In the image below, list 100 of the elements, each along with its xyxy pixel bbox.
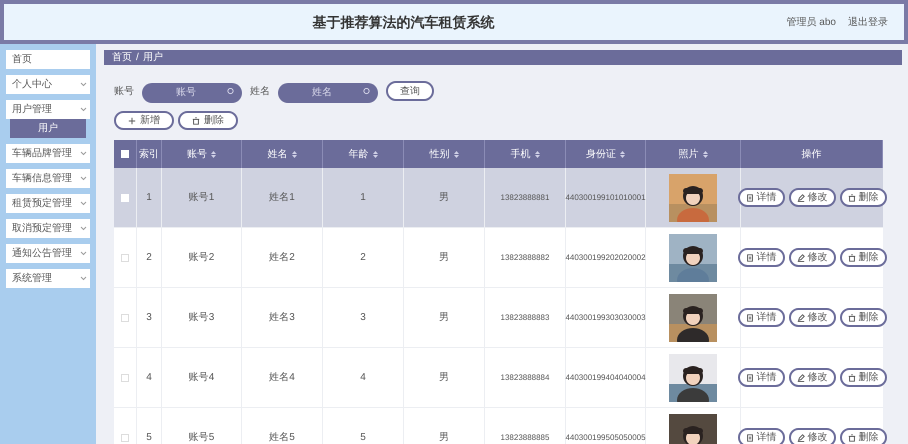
- table-cell-text: 男: [439, 191, 449, 205]
- document-icon: [746, 194, 754, 202]
- document-icon: [746, 314, 754, 322]
- table-cell-text: 2: [146, 251, 152, 265]
- table-cell: 13823888883: [500, 312, 550, 324]
- row-action-button[interactable]: 详情: [738, 428, 784, 444]
- column-header[interactable]: 身份证: [586, 146, 616, 162]
- sidebar-item[interactable]: 系统管理: [6, 269, 90, 288]
- table-cell: 440300199303030003: [565, 312, 646, 324]
- sidebar-item[interactable]: 通知公告管理: [6, 244, 90, 263]
- table-cell-text: 姓名4: [269, 371, 295, 385]
- table-cell: 13823888881: [500, 192, 550, 204]
- table-cell-text: 男: [439, 311, 449, 325]
- table-cell-text: 姓名5: [269, 431, 295, 444]
- row-action-button[interactable]: 详情: [738, 308, 784, 327]
- trash-icon: [848, 374, 856, 382]
- table-cell-text: 1: [146, 191, 152, 205]
- table-cell-text: 账号5: [188, 430, 214, 444]
- breadcrumb-item[interactable]: 首页: [112, 50, 132, 65]
- trash-icon: [848, 314, 856, 322]
- search-field[interactable]: 姓名: [278, 82, 378, 102]
- search-icon: [363, 88, 370, 94]
- sidebar-subitem[interactable]: 用户: [10, 119, 86, 138]
- row-action-button[interactable]: 删除: [840, 188, 886, 207]
- table-cell-text: 4: [146, 371, 152, 385]
- column-header[interactable]: 索引: [139, 146, 159, 162]
- document-icon: [746, 254, 754, 262]
- document-icon: [746, 374, 754, 382]
- table-cell-text: 3: [360, 311, 366, 325]
- column-header[interactable]: 照片: [678, 146, 698, 162]
- table-cell-text: 账号3: [188, 310, 214, 325]
- table-cell-text: 姓名1: [269, 191, 295, 205]
- table-cell: 13823888885: [500, 432, 550, 444]
- column-header[interactable]: 姓名: [268, 146, 288, 162]
- sidebar-item[interactable]: 租赁预定管理: [6, 194, 90, 213]
- table-cell: 13823888882: [500, 252, 550, 264]
- table-cell: 440300199202020002: [565, 252, 646, 264]
- user-label: 管理员 abo: [786, 16, 836, 30]
- table-cell: 13823888884: [500, 372, 550, 384]
- table-cell-text: 账号4: [188, 370, 214, 385]
- row-action-button[interactable]: 详情: [738, 188, 784, 207]
- row-action-button[interactable]: 修改: [788, 428, 836, 444]
- row-action-button[interactable]: 删除: [840, 248, 886, 267]
- pencil-icon: [796, 434, 804, 442]
- action-button[interactable]: 删除: [178, 111, 238, 130]
- action-button[interactable]: 新增: [114, 111, 174, 130]
- plus-icon: [128, 116, 136, 124]
- document-icon: [746, 434, 754, 442]
- table-cell: 440300199505050005: [565, 432, 646, 444]
- row-action-button[interactable]: 修改: [788, 248, 836, 267]
- column-header[interactable]: 手机: [510, 146, 530, 162]
- sidebar-item[interactable]: 首页: [6, 50, 90, 69]
- sidebar-item[interactable]: 车辆品牌管理: [6, 144, 90, 163]
- table-cell-text: 男: [439, 431, 449, 444]
- field-label: 账号: [114, 84, 134, 98]
- row-action-button[interactable]: 删除: [840, 428, 886, 444]
- table-cell-text: 账号1: [188, 190, 214, 205]
- logout-link[interactable]: 退出登录: [848, 14, 888, 30]
- table-cell-text: 5: [146, 431, 152, 444]
- row-action-button[interactable]: 详情: [738, 368, 784, 387]
- table-cell-text: 4: [360, 371, 366, 385]
- sidebar-item[interactable]: 取消预定管理: [6, 219, 90, 238]
- table-cell-text: 账号2: [188, 250, 214, 265]
- table-cell-text: 姓名2: [269, 251, 295, 265]
- pencil-icon: [796, 314, 804, 322]
- row-action-button[interactable]: 修改: [788, 308, 836, 327]
- pencil-icon: [796, 254, 804, 262]
- row-checkbox[interactable]: [121, 374, 129, 382]
- breadcrumb-item[interactable]: 用户: [142, 50, 163, 65]
- column-header[interactable]: 操作: [802, 146, 822, 162]
- trash-icon: [848, 194, 856, 202]
- column-header[interactable]: 年龄: [348, 146, 368, 162]
- trash-icon: [848, 254, 856, 262]
- app-title: 基于推荐算法的汽车租赁系统: [312, 12, 494, 32]
- table-cell: 440300199404040004: [565, 372, 646, 384]
- table-cell-text: 3: [146, 311, 152, 325]
- sidebar-item[interactable]: 车辆信息管理: [6, 169, 90, 188]
- row-checkbox[interactable]: [121, 434, 129, 442]
- table-cell-text: 5: [360, 431, 366, 444]
- field-label: 姓名: [250, 84, 270, 98]
- select-all-checkbox[interactable]: [121, 150, 129, 158]
- table-cell-text: 姓名3: [269, 311, 295, 325]
- trash-icon: [848, 434, 856, 442]
- column-header[interactable]: 账号: [187, 146, 207, 162]
- query-button[interactable]: 查询: [386, 81, 434, 101]
- pencil-icon: [796, 374, 804, 382]
- search-field[interactable]: 账号: [142, 82, 242, 102]
- column-header[interactable]: 性别: [430, 146, 450, 162]
- row-action-button[interactable]: 修改: [788, 368, 836, 387]
- row-checkbox[interactable]: [121, 314, 129, 322]
- row-action-button[interactable]: 修改: [788, 188, 836, 207]
- pencil-icon: [796, 194, 804, 202]
- row-action-button[interactable]: 删除: [840, 308, 886, 327]
- sidebar-item[interactable]: 用户管理: [6, 100, 90, 119]
- breadcrumb-item: /: [136, 51, 139, 65]
- row-action-button[interactable]: 删除: [840, 368, 886, 387]
- sidebar-item[interactable]: 个人中心: [6, 75, 90, 94]
- row-action-button[interactable]: 详情: [738, 248, 784, 267]
- row-checkbox[interactable]: [121, 254, 129, 262]
- trash-icon: [192, 116, 200, 124]
